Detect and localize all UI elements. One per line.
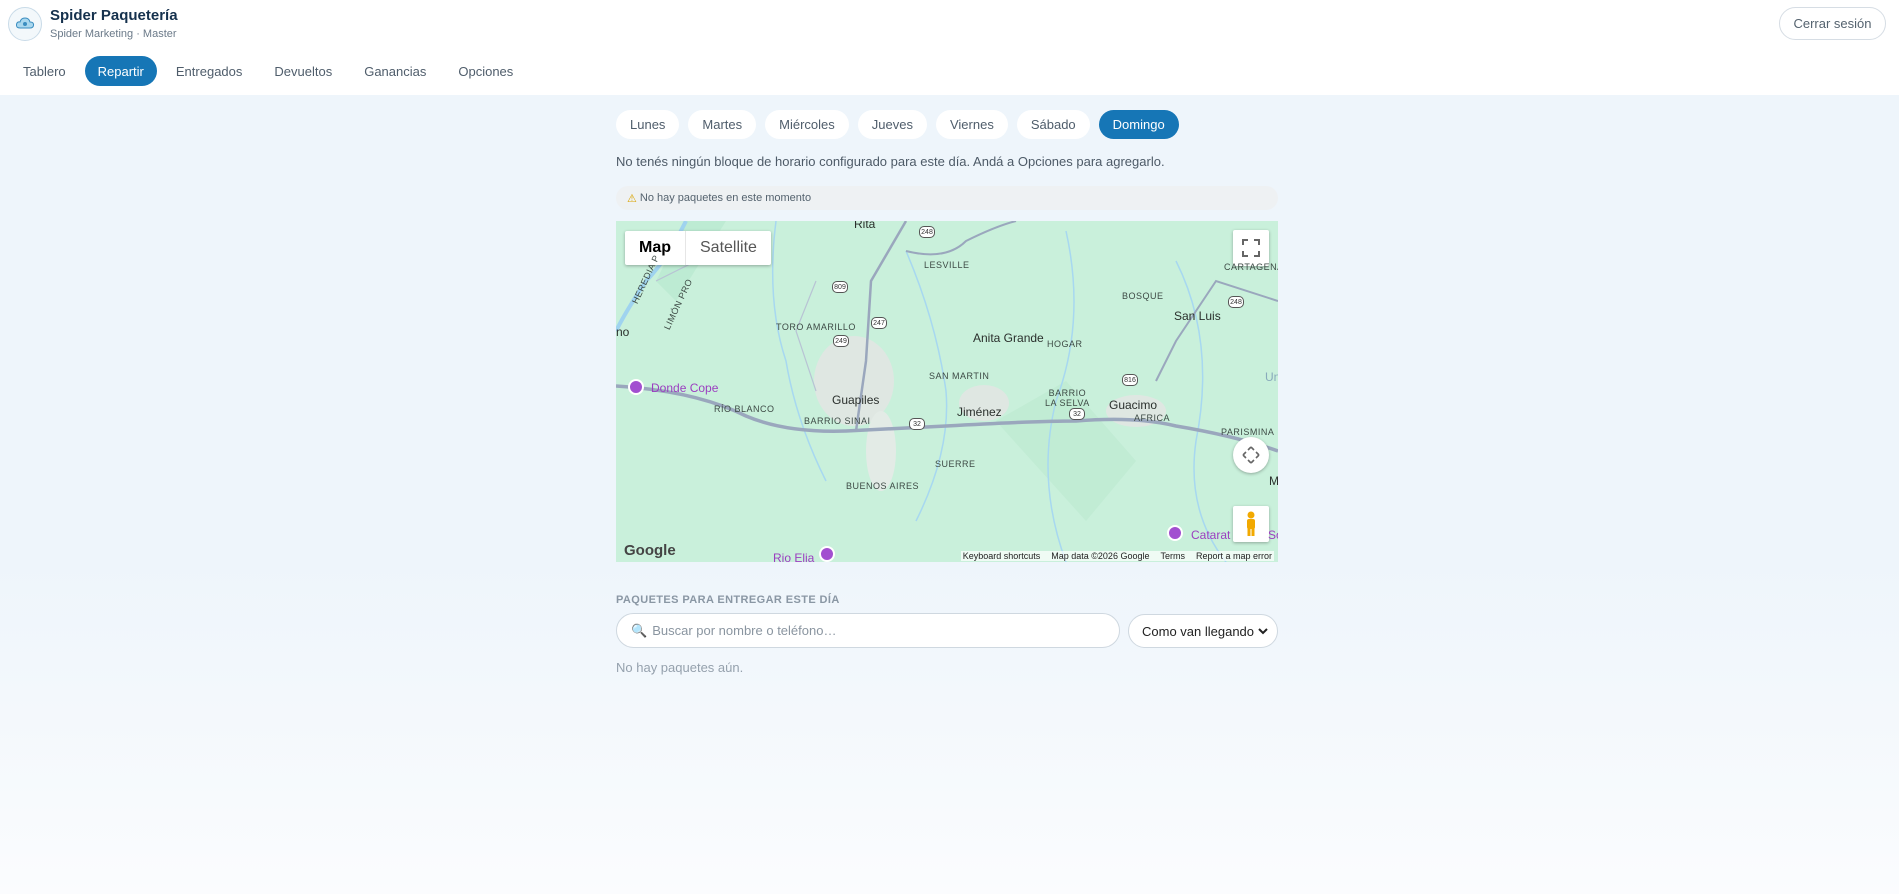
poi-label-catarat[interactable]: Catarat xyxy=(1191,528,1230,542)
fullscreen-icon xyxy=(1242,239,1260,257)
map-label-edge-rita: Rita xyxy=(854,221,876,231)
day-tab-domingo[interactable]: Domingo xyxy=(1098,110,1179,139)
status-alert: ⚠ No hay paquetes en este momento xyxy=(616,186,1278,210)
main-nav: Tablero Repartir Entregados Devueltos Ga… xyxy=(10,56,532,86)
cloud-icon xyxy=(15,17,35,29)
route-shield-248: 248 xyxy=(919,226,935,238)
nav-tab-devueltos[interactable]: Devueltos xyxy=(261,56,345,86)
brand-logo xyxy=(8,7,42,41)
poi-pin-donde-cope[interactable] xyxy=(628,379,644,395)
alert-text: No hay paquetes en este momento xyxy=(639,192,812,204)
map-label-guacimo: Guacimo xyxy=(1109,398,1158,412)
map-label-cartagena: CARTAGENA xyxy=(1224,262,1278,272)
poi-label-edge-so[interactable]: So xyxy=(1268,528,1278,542)
map-attribution: Keyboard shortcuts Map data ©2026 Google… xyxy=(960,551,1274,561)
map-label-san-luis: San Luis xyxy=(1174,309,1221,323)
nav-tab-entregados[interactable]: Entregados xyxy=(163,56,256,86)
map-label-barrio-sinai: BARRIO SINAI xyxy=(804,416,871,426)
schedule-notice: No tenés ningún bloque de horario config… xyxy=(616,154,1165,169)
map-type-satellite-button[interactable]: Satellite xyxy=(686,231,771,265)
street-view-button[interactable] xyxy=(1233,506,1269,542)
google-logo: Google xyxy=(624,542,676,559)
map-label-hogar: HOGAR xyxy=(1047,339,1083,349)
packages-section-title: PAQUETES PARA ENTREGAR ESTE DÍA xyxy=(616,594,840,606)
route-shield-809: 809 xyxy=(832,281,848,293)
keyboard-shortcuts-link[interactable]: Keyboard shortcuts xyxy=(963,551,1041,561)
map-label-guapiles: Guapiles xyxy=(832,393,880,407)
sort-select[interactable]: Como van llegando xyxy=(1128,614,1278,648)
brand-title: Spider Paquetería xyxy=(50,7,178,24)
top-header: Spider Paquetería Spider Marketing · Mas… xyxy=(0,0,1899,95)
map-label-bosque: BOSQUE xyxy=(1122,291,1164,301)
map-label-africa: AFRICA xyxy=(1134,413,1171,423)
nav-tab-ganancias[interactable]: Ganancias xyxy=(351,56,439,86)
map-camera-control-button[interactable] xyxy=(1233,437,1269,473)
map-view[interactable]: Map Satellite Guapiles Jiménez Guacimo A… xyxy=(616,221,1278,562)
day-tab-martes[interactable]: Martes xyxy=(688,110,757,139)
route-shield-32b: 32 xyxy=(1069,408,1085,420)
map-label-suerre: SUERRE xyxy=(935,459,976,469)
map-label-barrio-la-selva: BARRIO LA SELVA xyxy=(1045,388,1090,408)
empty-packages-text: No hay paquetes aún. xyxy=(616,660,744,675)
map-label-anita-grande: Anita Grande xyxy=(973,331,1044,345)
map-type-control: Map Satellite xyxy=(625,231,771,265)
pegman-icon xyxy=(1247,511,1255,536)
map-label-buenos-aires: BUENOS AIRES xyxy=(846,481,920,491)
map-label-jimenez: Jiménez xyxy=(957,405,1002,419)
logout-button[interactable]: Cerrar sesión xyxy=(1779,7,1886,40)
package-search-input[interactable] xyxy=(652,623,1093,638)
route-shield-247: 247 xyxy=(871,317,887,329)
map-label-lesville: LESVILLE xyxy=(924,260,970,270)
day-tabs: Lunes Martes Miércoles Jueves Viernes Sá… xyxy=(616,110,1188,139)
day-tab-miercoles[interactable]: Miércoles xyxy=(765,110,849,139)
map-data-text: Map data ©2026 Google xyxy=(1051,551,1150,561)
map-label-parismina: PARISMINA xyxy=(1221,427,1275,437)
warning-icon: ⚠ xyxy=(627,192,637,205)
sort-selected-value: Como van llegando xyxy=(1142,623,1255,639)
poi-pin-rio-elia[interactable] xyxy=(819,546,835,562)
package-search: 🔍 xyxy=(616,613,1120,648)
poi-label-rio-elia[interactable]: Rio Elia xyxy=(773,551,814,562)
nav-tab-opciones[interactable]: Opciones xyxy=(445,56,526,86)
route-shield-816: 816 xyxy=(1122,374,1138,386)
map-label-san-martin: SAN MARTIN xyxy=(929,371,990,381)
brand-subtitle: Spider Marketing · Master xyxy=(50,28,177,40)
nav-tab-tablero[interactable]: Tablero xyxy=(10,56,79,86)
move-arrows-icon xyxy=(1242,446,1260,464)
nav-tab-repartir[interactable]: Repartir xyxy=(84,56,157,86)
fullscreen-button[interactable] xyxy=(1233,230,1269,266)
map-label-rio-blanco: RÍO BLANCO xyxy=(714,404,775,414)
map-label-edge-un: Un xyxy=(1265,370,1278,384)
map-label-toro-amarillo: TORO AMARILLO xyxy=(776,322,856,332)
route-shield-249: 249 xyxy=(833,335,849,347)
day-tab-viernes[interactable]: Viernes xyxy=(935,110,1008,139)
day-tab-jueves[interactable]: Jueves xyxy=(857,110,927,139)
terms-link[interactable]: Terms xyxy=(1160,551,1185,561)
chevron-down-icon xyxy=(1258,628,1268,635)
route-shield-248b: 248 xyxy=(1228,296,1244,308)
report-map-error-link[interactable]: Report a map error xyxy=(1196,551,1272,561)
search-icon: 🔍 xyxy=(631,622,648,638)
map-label-edge-m: M xyxy=(1269,474,1278,488)
poi-pin-catarat[interactable] xyxy=(1167,525,1183,541)
map-label-edge-no: no xyxy=(616,325,630,339)
route-shield-32a: 32 xyxy=(909,418,925,430)
day-tab-lunes[interactable]: Lunes xyxy=(616,110,680,139)
poi-label-donde-cope[interactable]: Donde Cope xyxy=(651,381,718,395)
day-tab-sabado[interactable]: Sábado xyxy=(1016,110,1090,139)
